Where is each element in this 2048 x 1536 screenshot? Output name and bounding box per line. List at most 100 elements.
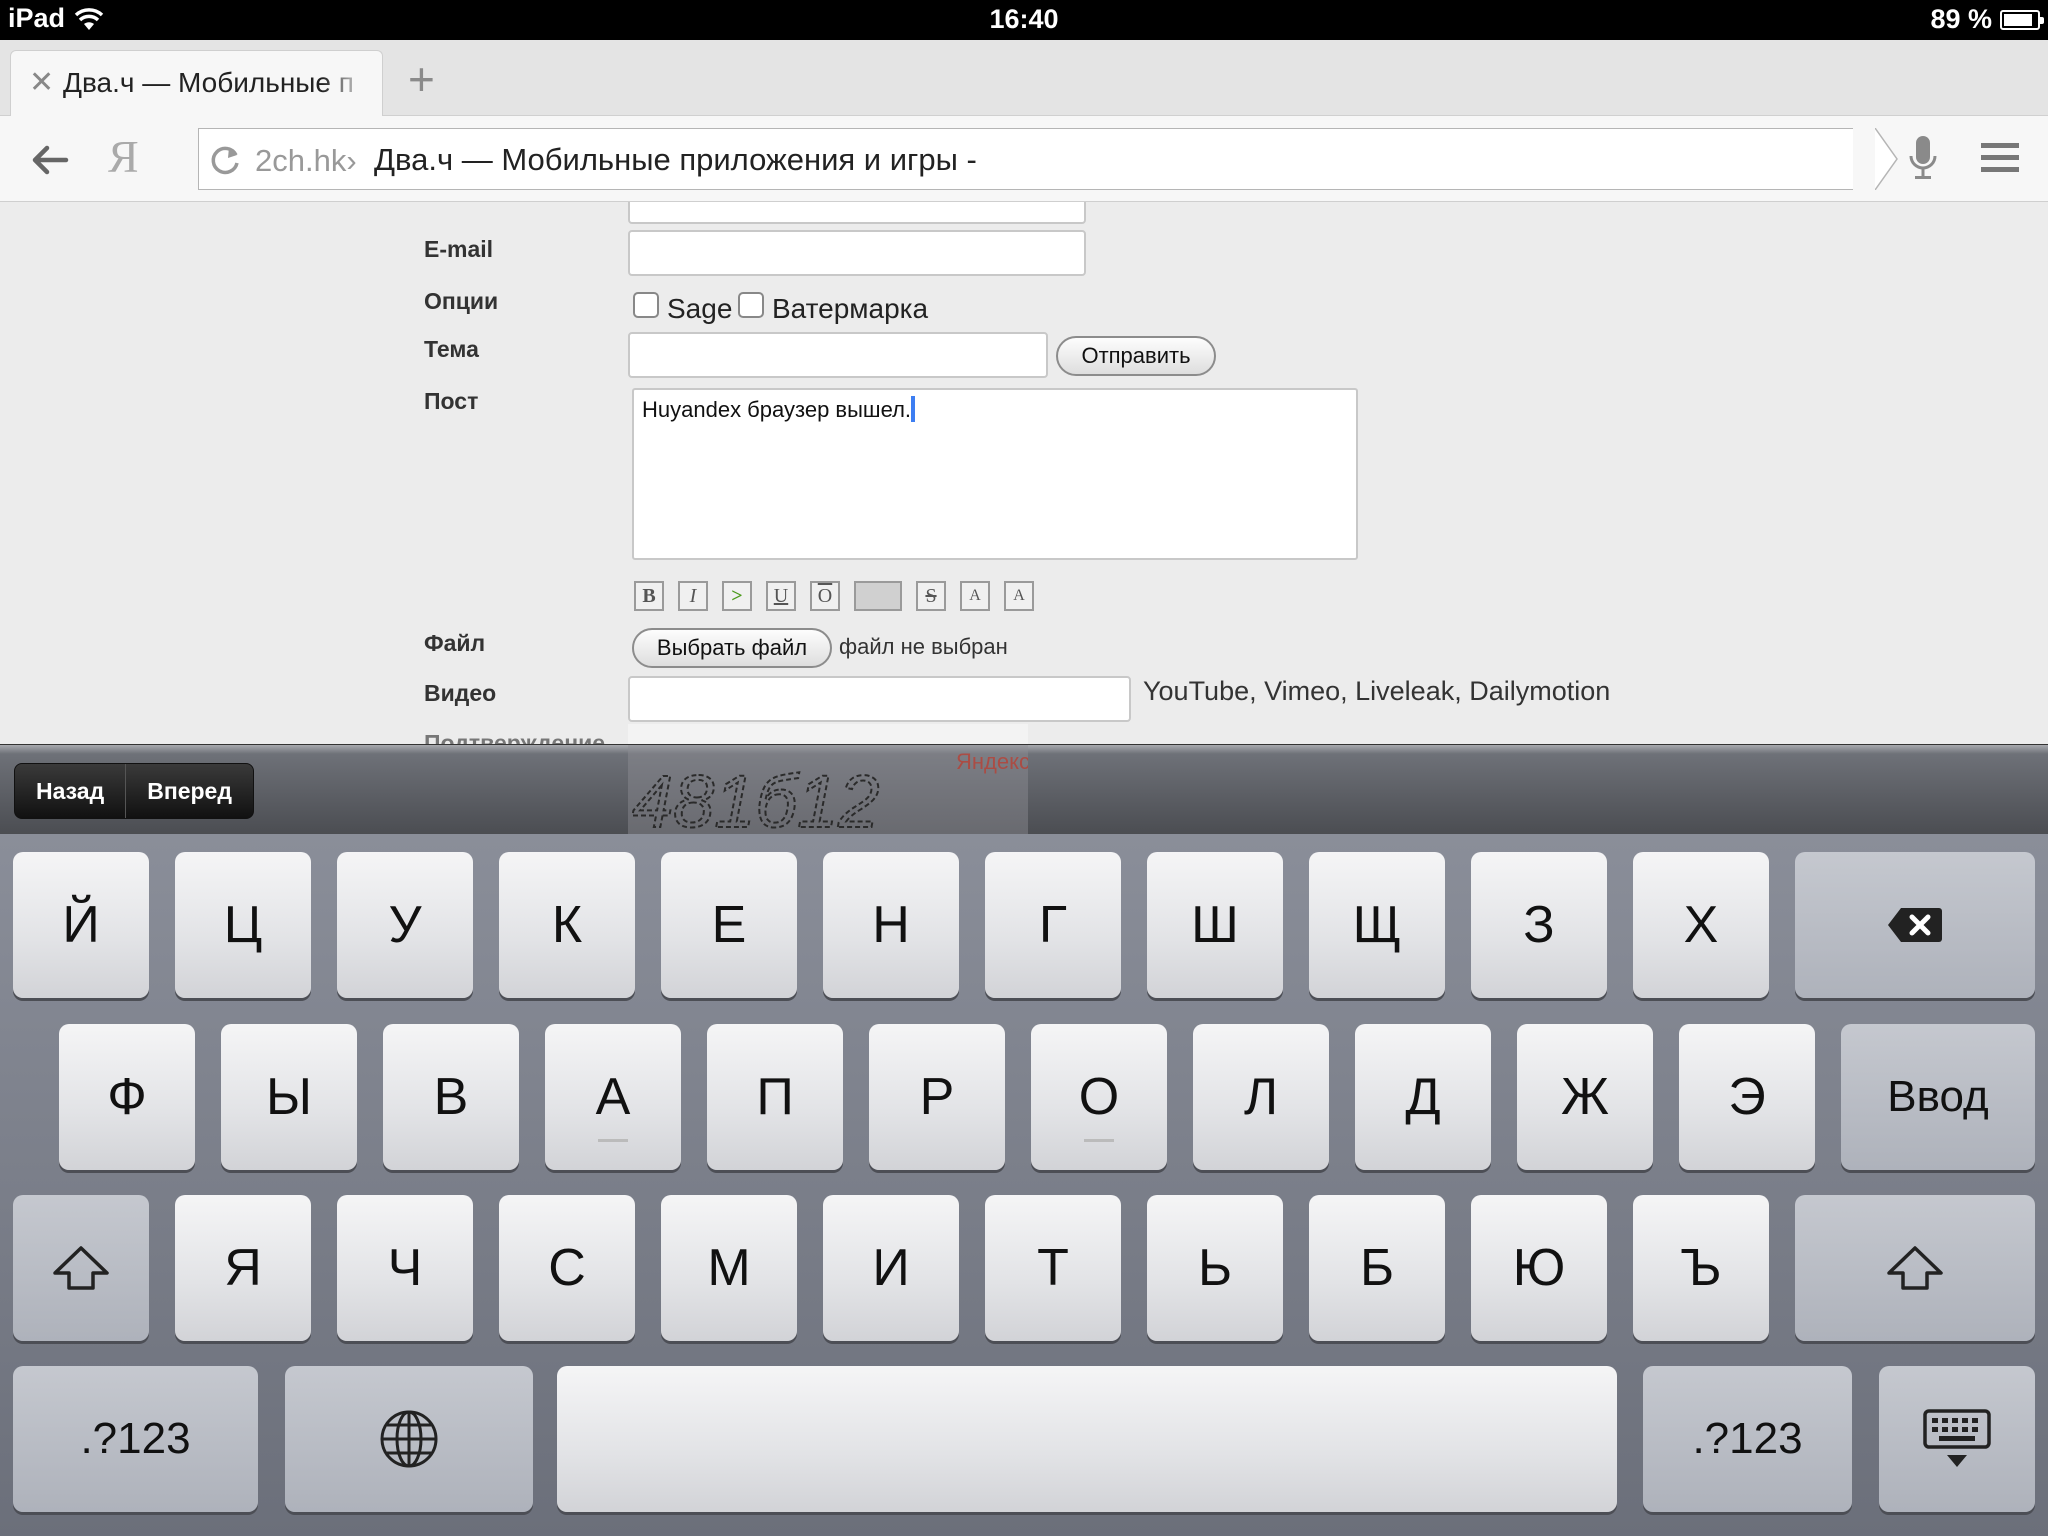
underline-button[interactable]: U [766,581,796,611]
url-host: 2ch.hk› [255,143,357,178]
microphone-icon[interactable] [1908,134,1938,182]
key-letter[interactable]: Й [13,852,149,998]
battery-fill [2004,14,2033,26]
video-input[interactable] [628,676,1131,722]
url-page-title: Два.ч — Мобильные приложения и игры - [374,142,977,177]
globe-key[interactable] [285,1366,533,1512]
url-field[interactable]: 2ch.hk› Два.ч — Мобильные приложения и и… [198,128,1898,190]
strike-button[interactable]: S [916,581,946,611]
key-letter[interactable]: П [707,1024,843,1170]
captcha-image [628,724,1028,744]
key-letter[interactable]: Ъ [1633,1195,1769,1341]
dismiss-keyboard-key[interactable] [1879,1366,2035,1512]
address-bar: Я 2ch.hk› Два.ч — Мобильные приложения и… [0,116,2048,202]
key-letter[interactable]: Б [1309,1195,1445,1341]
key-letter[interactable]: Ч [337,1195,473,1341]
choose-file-button[interactable]: Выбрать файл [632,628,832,668]
numbers-key-right[interactable]: .?123 [1643,1366,1852,1512]
key-letter[interactable]: Я [175,1195,311,1341]
shift-key-left[interactable] [13,1195,149,1341]
overline-button[interactable]: O [810,581,840,611]
post-textarea[interactable]: Huyandex браузер вышел. [632,388,1358,560]
key-letter[interactable]: И [823,1195,959,1341]
shift-icon [53,1246,109,1290]
subscript-button[interactable]: A [1004,581,1034,611]
sage-label: Sage [667,293,733,324]
globe-icon [380,1410,438,1468]
tab-title: Два.ч — Мобильные п [63,67,354,98]
new-tab-button[interactable]: + [408,56,435,102]
keyboard-accessory-bar: Назад Вперед 481б12 Яндекс [0,744,2048,835]
space-key[interactable] [557,1366,1617,1512]
key-letter[interactable]: Г [985,852,1121,998]
watermark-checkbox[interactable] [738,292,764,318]
email-input[interactable] [628,230,1086,276]
back-arrow-icon[interactable] [28,138,72,182]
bold-button[interactable]: B [634,581,664,611]
key-letter[interactable]: С [499,1195,635,1341]
italic-button[interactable]: I [678,581,708,611]
sage-checkbox[interactable] [633,292,659,318]
key-accent-mark [1084,1139,1114,1142]
key-label: А [595,1068,631,1126]
subject-label: Тема [424,336,479,362]
numbers-key-left[interactable]: .?123 [13,1366,258,1512]
close-tab-icon[interactable]: ✕ [29,68,54,98]
key-letter[interactable]: Ю [1471,1195,1607,1341]
key-letter[interactable]: Н [823,852,959,998]
key-letter[interactable]: Ц [175,852,311,998]
captcha-brand: Яндекс [956,749,1028,774]
page-content: E-mail Опции Sage Ватермарка Тема Отправ… [0,202,2048,744]
key-letter[interactable]: Л [1193,1024,1329,1170]
key-letter[interactable]: К [499,852,635,998]
key-letter[interactable]: Ф [59,1024,195,1170]
key-accent-mark [598,1139,628,1142]
quote-button[interactable]: > [722,581,752,611]
captcha-text: 481б12 [632,760,879,835]
next-field-button[interactable]: Вперед [125,764,253,818]
key-letter[interactable]: Т [985,1195,1121,1341]
key-letter[interactable]: Ы [221,1024,357,1170]
key-letter[interactable]: Ш [1147,852,1283,998]
clock: 16:40 [989,4,1059,34]
key-letter[interactable]: М [661,1195,797,1341]
superscript-button[interactable]: A [960,581,990,611]
file-status: файл не выбран [839,634,1008,659]
spoiler-button[interactable] [854,581,902,611]
browser-tab[interactable]: ✕ Два.ч — Мобильные п [10,50,383,118]
key-letter[interactable]: Щ [1309,852,1445,998]
return-key[interactable]: Ввод [1841,1024,2035,1170]
key-letter[interactable]: Е [661,852,797,998]
watermark-label: Ватермарка [772,293,929,324]
key-letter[interactable]: О [1031,1024,1167,1170]
post-label: Пост [424,388,479,414]
form-navigation: Назад Вперед [14,763,254,819]
yandex-logo[interactable]: Я [108,130,139,183]
key-letter[interactable]: Д [1355,1024,1491,1170]
key-letter[interactable]: Ж [1517,1024,1653,1170]
on-screen-keyboard: Й Ц У К Е Н Г Ш Щ З Х Ф Ы В А П Р О Л Д … [0,834,2048,1536]
shift-key-right[interactable] [1795,1195,2035,1341]
menu-icon[interactable] [1981,140,2019,176]
video-hint: YouTube, Vimeo, Liveleak, Dailymotion [1143,676,1611,706]
key-letter[interactable]: В [383,1024,519,1170]
key-letter[interactable]: У [337,852,473,998]
video-label: Видео [424,680,497,706]
reload-icon[interactable] [209,143,243,177]
captcha-overlay: 481б12 Яндекс [628,745,1028,835]
key-letter[interactable]: А [545,1024,681,1170]
backspace-key[interactable] [1795,852,2035,998]
key-letter[interactable]: Р [869,1024,1005,1170]
send-button[interactable]: Отправить [1056,336,1216,376]
subject-input[interactable] [628,332,1048,378]
options-label: Опции [424,288,499,314]
key-letter[interactable]: З [1471,852,1607,998]
prev-field-button[interactable]: Назад [15,764,125,818]
name-input[interactable] [628,202,1086,224]
key-letter[interactable]: Ь [1147,1195,1283,1341]
text-caret [911,396,916,422]
tab-bar: ✕ Два.ч — Мобильные п + [0,40,2048,118]
key-letter[interactable]: Э [1679,1024,1815,1170]
key-letter[interactable]: Х [1633,852,1769,998]
file-label: Файл [424,630,486,656]
